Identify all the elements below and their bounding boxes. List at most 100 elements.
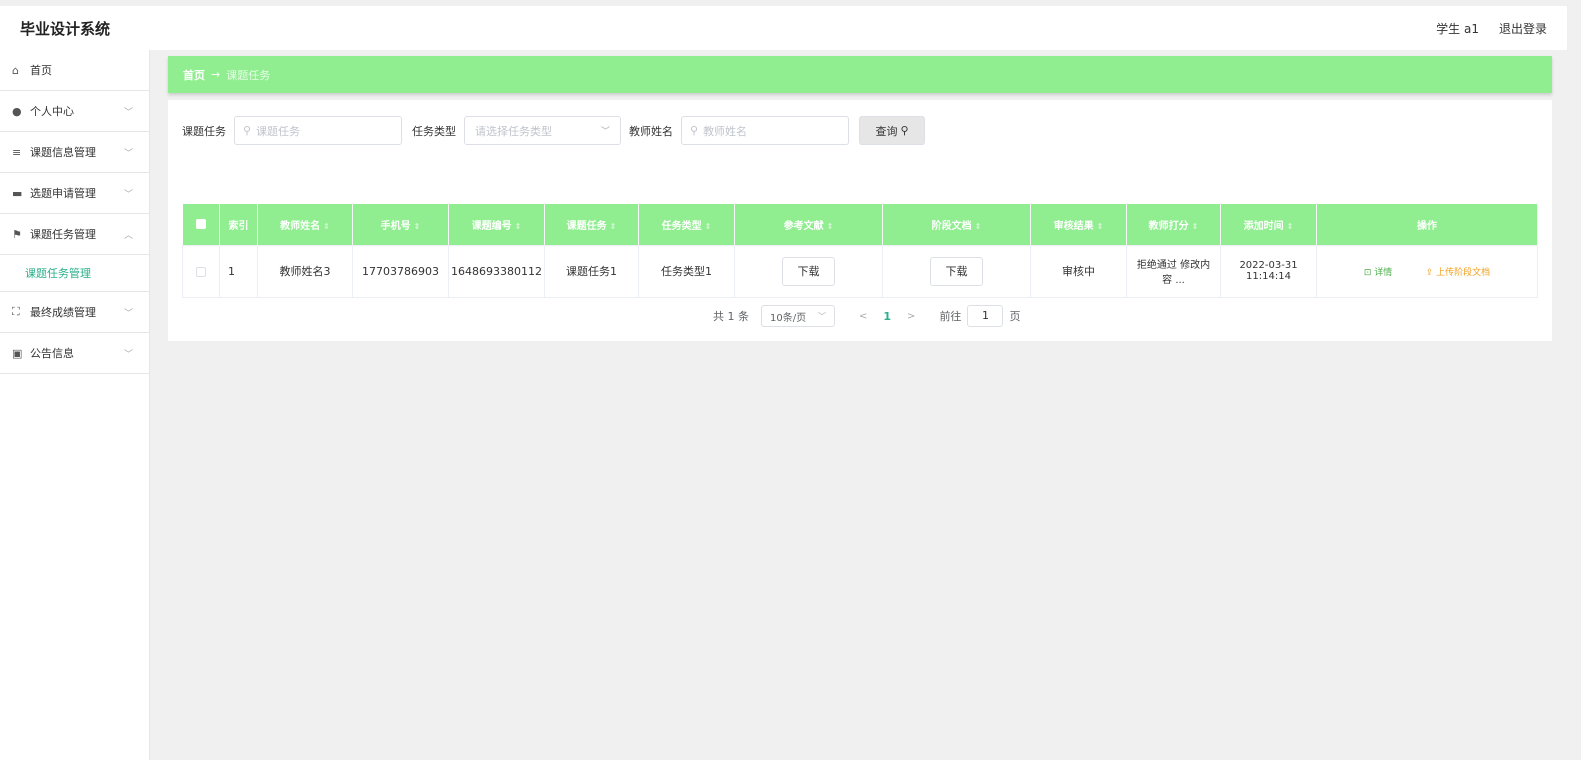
breadcrumb-current: 课题任务 [226, 68, 271, 82]
sort-icon: ⇕ [974, 221, 982, 231]
upload-stage-doc-button[interactable]: ⇪ 上传阶段文档 [1426, 268, 1490, 278]
chevron-down-icon: ﹀ [123, 308, 133, 319]
sidebar-item-topic-info[interactable]: ≡ 课题信息管理 ﹀ [0, 132, 149, 173]
stage-download-button[interactable]: 下载 [930, 256, 983, 286]
sidebar-item-home[interactable]: ⌂ 首页 [0, 50, 149, 91]
search-icon: ⚲ [690, 124, 699, 137]
cell-score: 拒绝通过 修改内容 ... [1126, 244, 1221, 298]
cell-teacher: 教师姓名3 [257, 244, 353, 298]
sidebar-item-label: 课题信息管理 [30, 146, 96, 159]
page-suffix: 页 [1009, 310, 1021, 323]
monitor-icon: ▬ [12, 186, 23, 200]
flag-icon: ⚑ [12, 227, 22, 241]
page-size-value: 10条/页 [770, 312, 807, 324]
breadcrumb-home[interactable]: 首页 [183, 67, 205, 83]
col-score[interactable]: 教师打分 ⇕ [1126, 204, 1221, 245]
select-all-checkbox[interactable] [182, 204, 220, 245]
cell-reference: 下载 [734, 244, 883, 298]
sidebar-item-task[interactable]: ⚑ 课题任务管理 ︿ [0, 214, 149, 255]
col-topic-no[interactable]: 课题编号 ⇕ [448, 204, 545, 245]
sort-icon: ⇕ [1286, 221, 1294, 231]
search-bar: 课题任务 ⚲ 课题任务 任务类型 请选择任务类型 ﹀ 教师姓名 ⚲ 教师姓名 查… [182, 116, 925, 145]
sort-icon: ⇕ [704, 221, 712, 231]
table-row: 1 教师姓名3 17703786903 1648693380112 课题任务1 … [182, 244, 1538, 298]
prev-page-button[interactable]: < [859, 311, 867, 322]
detail-button[interactable]: ⊡ 详情 [1364, 268, 1392, 278]
task-placeholder: 课题任务 [256, 124, 301, 138]
sidebar-item-profile[interactable]: ● 个人中心 ﹀ [0, 91, 149, 132]
sort-icon: ⇕ [514, 221, 522, 231]
breadcrumb: 首页 → 课题任务 [168, 56, 1552, 93]
task-label: 课题任务 [182, 124, 226, 138]
list-icon: ≡ [12, 145, 22, 159]
col-review[interactable]: 审核结果 ⇕ [1030, 204, 1127, 245]
cell-review: 审核中 [1030, 244, 1127, 298]
logout-link[interactable]: 退出登录 [1499, 20, 1547, 37]
chevron-down-icon: ﹀ [123, 148, 133, 159]
sort-icon: ⇕ [1191, 221, 1199, 231]
sidebar-item-label: 课题任务管理 [30, 228, 96, 241]
chevron-down-icon: ﹀ [600, 127, 610, 137]
cell-stage-doc: 下载 [882, 244, 1031, 298]
search-icon: ⚲ [243, 124, 252, 137]
type-label: 任务类型 [412, 124, 456, 138]
col-index: 索引 [219, 204, 258, 245]
home-icon: ⌂ [12, 63, 19, 77]
col-teacher[interactable]: 教师姓名 ⇕ [257, 204, 353, 245]
cell-phone: 17703786903 [352, 244, 449, 298]
sidebar-item-selection[interactable]: ▬ 选题申请管理 ﹀ [0, 173, 149, 214]
cell-task: 课题任务1 [544, 244, 639, 298]
pagination-total: 共 1 条 [713, 310, 749, 323]
sidebar-item-label: 个人中心 [30, 105, 74, 118]
task-search-input[interactable]: ⚲ 课题任务 [234, 116, 402, 145]
breadcrumb-separator: → [211, 68, 221, 81]
next-page-button[interactable]: > [907, 311, 915, 322]
sidebar-subitem-task-manage[interactable]: 课题任务管理 [0, 255, 149, 292]
reference-download-button[interactable]: 下载 [782, 256, 835, 286]
pagination: 共 1 条 10条/页 ﹀ < 1 > 前往 1 页 [713, 305, 1020, 327]
user-icon: ● [12, 104, 22, 118]
top-header: 毕业设计系统 学生 a1 退出登录 [0, 6, 1567, 50]
col-time[interactable]: 添加时间 ⇕ [1220, 204, 1317, 245]
teacher-search-input[interactable]: ⚲ 教师姓名 [681, 116, 849, 145]
sort-icon: ⇕ [1096, 221, 1104, 231]
sort-icon: ⇕ [609, 221, 617, 231]
cell-time: 2022-03-31 11:14:14 [1220, 244, 1317, 298]
sidebar-item-grades[interactable]: ⛶ 最终成绩管理 ﹀ [0, 292, 149, 333]
sidebar-item-notice[interactable]: ▣ 公告信息 ﹀ [0, 333, 149, 374]
query-button[interactable]: 查询 ⚲ [859, 116, 925, 145]
cell-actions: ⊡ 详情 ⇪ 上传阶段文档 [1316, 244, 1538, 298]
main-panel: 课题任务 ⚲ 课题任务 任务类型 请选择任务类型 ﹀ 教师姓名 ⚲ 教师姓名 查… [168, 100, 1552, 341]
row-checkbox[interactable] [182, 244, 220, 298]
task-table: 索引 教师姓名 ⇕ 手机号 ⇕ 课题编号 ⇕ 课题任务 ⇕ 任务类型 ⇕ 参考文献 ⇕ 阶段… [182, 204, 1538, 298]
detail-icon: ⊡ [1363, 267, 1375, 278]
col-reference[interactable]: 参考文献 ⇕ [734, 204, 883, 245]
chevron-down-icon: ﹀ [123, 107, 133, 118]
user-label[interactable]: 学生 a1 [1436, 20, 1479, 37]
task-type-select[interactable]: 请选择任务类型 ﹀ [464, 116, 621, 145]
col-task[interactable]: 课题任务 ⇕ [544, 204, 639, 245]
col-stage-doc[interactable]: 阶段文档 ⇕ [882, 204, 1031, 245]
goto-label: 前往 [939, 310, 962, 323]
type-placeholder: 请选择任务类型 [475, 124, 552, 138]
cell-topic-no: 1648693380112 [448, 244, 545, 298]
page-number[interactable]: 1 [883, 310, 891, 323]
chevron-up-icon: ︿ [123, 230, 133, 241]
cell-task-type: 任务类型1 [638, 244, 735, 298]
table-header-row: 索引 教师姓名 ⇕ 手机号 ⇕ 课题编号 ⇕ 课题任务 ⇕ 任务类型 ⇕ 参考文献 ⇕ 阶段… [182, 204, 1538, 245]
sidebar-item-label: 首页 [30, 64, 52, 77]
chevron-down-icon: ﹀ [818, 311, 826, 321]
sidebar-item-label: 公告信息 [30, 347, 74, 360]
col-phone[interactable]: 手机号 ⇕ [352, 204, 449, 245]
chevron-down-icon: ﹀ [123, 189, 133, 200]
teacher-placeholder: 教师姓名 [703, 124, 748, 138]
sidebar: ⌂ 首页 ● 个人中心 ﹀ ≡ 课题信息管理 ﹀ ▬ 选题申请管理 ﹀ ⚑ 课题… [0, 50, 150, 760]
page-size-select[interactable]: 10条/页 ﹀ [761, 305, 835, 327]
notice-icon: ▣ [12, 346, 23, 360]
query-label: 查询 [875, 124, 898, 138]
goto-page-input[interactable]: 1 [967, 305, 1004, 327]
col-task-type[interactable]: 任务类型 ⇕ [638, 204, 735, 245]
upload-icon: ⇪ [1425, 267, 1437, 278]
sort-icon: ⇕ [413, 221, 421, 231]
col-actions: 操作 [1316, 204, 1538, 245]
